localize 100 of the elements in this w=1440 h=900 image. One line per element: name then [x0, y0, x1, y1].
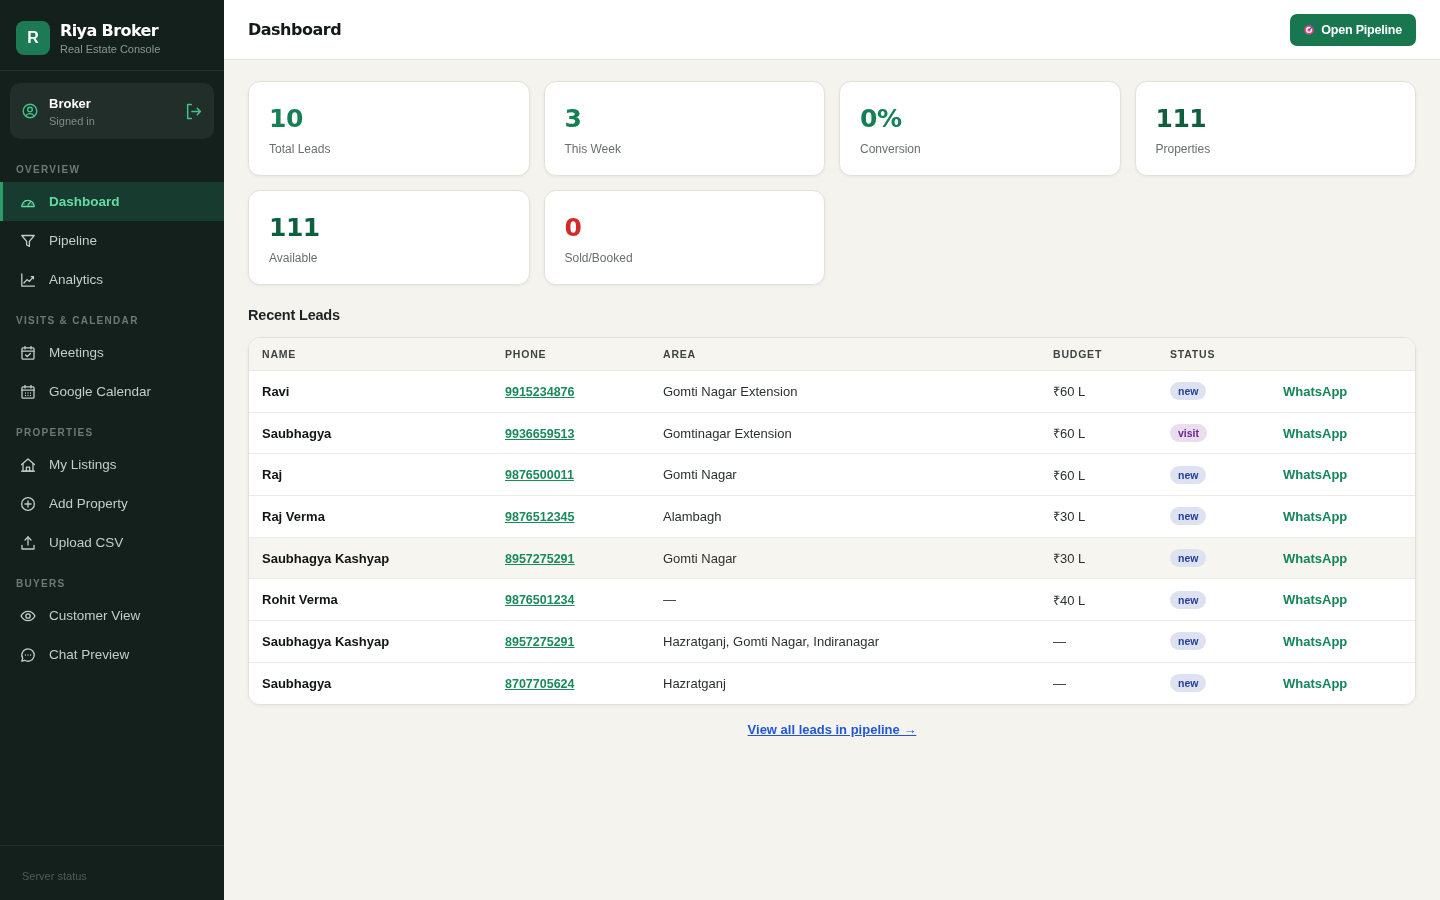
phone-link[interactable]: 8957275291 [505, 551, 575, 566]
stat-label: Properties [1155, 142, 1212, 156]
nav-item[interactable]: Chat Preview [0, 635, 224, 674]
budget-cell: ₹30 L [1040, 537, 1157, 579]
lead-name-cell: Ravi [249, 370, 492, 413]
user-status: Signed in [49, 114, 96, 127]
budget-cell: ₹40 L [1040, 578, 1157, 621]
whatsapp-link[interactable]: WhatsApp [1283, 633, 1348, 649]
area-cell: Gomti Nagar [650, 453, 1040, 496]
whatsapp-link[interactable]: WhatsApp [1283, 383, 1348, 399]
area-cell: Hazratganj, Gomti Nagar, Indiranagar [650, 620, 1040, 663]
nav-item[interactable]: Upload CSV [0, 523, 224, 562]
stat-label: Sold/Booked [564, 251, 634, 265]
whatsapp-link[interactable]: WhatsApp [1283, 508, 1348, 524]
line-chart-icon [20, 271, 36, 288]
server-status-text: Server status [22, 870, 87, 882]
lead-name-cell: Raj Verma [249, 495, 492, 538]
budget-cell: — [1040, 620, 1157, 663]
lead-name-cell: Saubhagya [249, 412, 492, 454]
phone-link[interactable]: 9876501234 [505, 593, 575, 608]
column-header: NAME [249, 338, 492, 371]
status-badge: new [1170, 549, 1207, 568]
status-badge: new [1170, 632, 1207, 651]
lead-name-cell: Rohit Verma [249, 578, 492, 621]
stat-label: Available [269, 251, 319, 265]
nav-item[interactable]: Meetings [0, 333, 224, 372]
phone-link[interactable]: 9915234876 [505, 384, 575, 399]
calendar-icon [20, 383, 36, 400]
logout-icon [185, 102, 202, 120]
nav-item[interactable]: My Listings [0, 445, 224, 484]
calendar-check-icon [20, 344, 36, 361]
area-cell: Hazratganj [650, 662, 1040, 704]
phone-link[interactable]: 9876512345 [505, 509, 575, 524]
section-heading: PROPERTIES [15, 428, 95, 438]
stat-label: This Week [564, 142, 622, 156]
lead-name-cell: Raj [249, 453, 492, 496]
whatsapp-link[interactable]: WhatsApp [1283, 592, 1348, 608]
open-pipeline-button[interactable]: Open Pipeline [1290, 13, 1416, 46]
user-circle-icon [22, 103, 38, 119]
lead-name-cell: Saubhagya Kashyap [249, 620, 492, 663]
stat-value: 111 [269, 213, 321, 243]
area-cell: Gomti Nagar [650, 537, 1040, 579]
area-cell: — [650, 578, 1040, 621]
view-all-link[interactable]: View all leads in pipeline → [747, 722, 917, 737]
whatsapp-link[interactable]: WhatsApp [1283, 550, 1348, 566]
area-cell: Gomti Nagar Extension [650, 370, 1040, 413]
section-heading: VISITS & CALENDAR [15, 316, 140, 326]
status-badge: new [1170, 674, 1207, 693]
budget-cell: ₹60 L [1040, 370, 1157, 413]
nav-item[interactable]: Customer View [0, 596, 224, 635]
nav-item[interactable]: Dashboard [0, 182, 224, 221]
plus-circle-icon [20, 495, 36, 512]
status-badge: new [1170, 382, 1207, 401]
logout-button[interactable] [185, 102, 202, 120]
area-cell: Gomtinagar Extension [650, 412, 1040, 454]
section-heading: OVERVIEW [15, 165, 82, 175]
stat-value: 10 [269, 104, 304, 134]
stat-label: Total Leads [269, 142, 332, 156]
stat-label: Conversion [860, 142, 922, 156]
house-icon [20, 456, 36, 473]
page-title: Dashboard [248, 20, 342, 39]
section-title: Recent Leads [248, 307, 341, 323]
budget-cell: ₹60 L [1040, 453, 1157, 496]
nav-item[interactable]: Google Calendar [0, 372, 224, 411]
area-cell: Alambagh [650, 495, 1040, 538]
target-icon [1304, 24, 1316, 35]
brand-subtitle: Real Estate Console [60, 43, 161, 55]
nav-item[interactable]: Analytics [0, 260, 224, 299]
column-header: PHONE [492, 338, 650, 371]
column-header: AREA [650, 338, 1040, 371]
user-name: Broker [49, 95, 92, 111]
stat-value: 0% [860, 104, 903, 134]
brand-logo: R [16, 21, 50, 55]
column-header: BUDGET [1040, 338, 1157, 371]
brand-title: Riya Broker [60, 21, 160, 40]
whatsapp-link[interactable]: WhatsApp [1283, 425, 1348, 441]
phone-link[interactable]: 9876500011 [505, 468, 574, 483]
column-header: STATUS [1157, 338, 1270, 371]
status-badge: new [1170, 507, 1207, 526]
whatsapp-link[interactable]: WhatsApp [1283, 675, 1348, 691]
chat-bubble-icon [20, 646, 36, 663]
lead-name-cell: Saubhagya [249, 662, 492, 704]
budget-cell: ₹60 L [1040, 412, 1157, 454]
whatsapp-link[interactable]: WhatsApp [1283, 467, 1348, 483]
phone-link[interactable]: 8707705624 [505, 676, 575, 691]
phone-link[interactable]: 8957275291 [505, 634, 575, 649]
stat-value: 111 [1155, 104, 1208, 134]
budget-cell: ₹30 L [1040, 495, 1157, 538]
nav-item[interactable]: Add Property [0, 484, 224, 523]
phone-link[interactable]: 9936659513 [505, 426, 575, 441]
funnel-icon [20, 232, 36, 249]
stat-value: 3 [564, 104, 583, 134]
status-badge: new [1170, 590, 1207, 609]
status-badge: new [1170, 465, 1207, 484]
lead-name-cell: Saubhagya Kashyap [249, 537, 492, 579]
upload-icon [20, 534, 36, 551]
status-badge: visit [1170, 424, 1207, 443]
nav-item[interactable]: Pipeline [0, 221, 224, 260]
budget-cell: — [1040, 662, 1157, 704]
section-heading: BUYERS [15, 579, 67, 589]
